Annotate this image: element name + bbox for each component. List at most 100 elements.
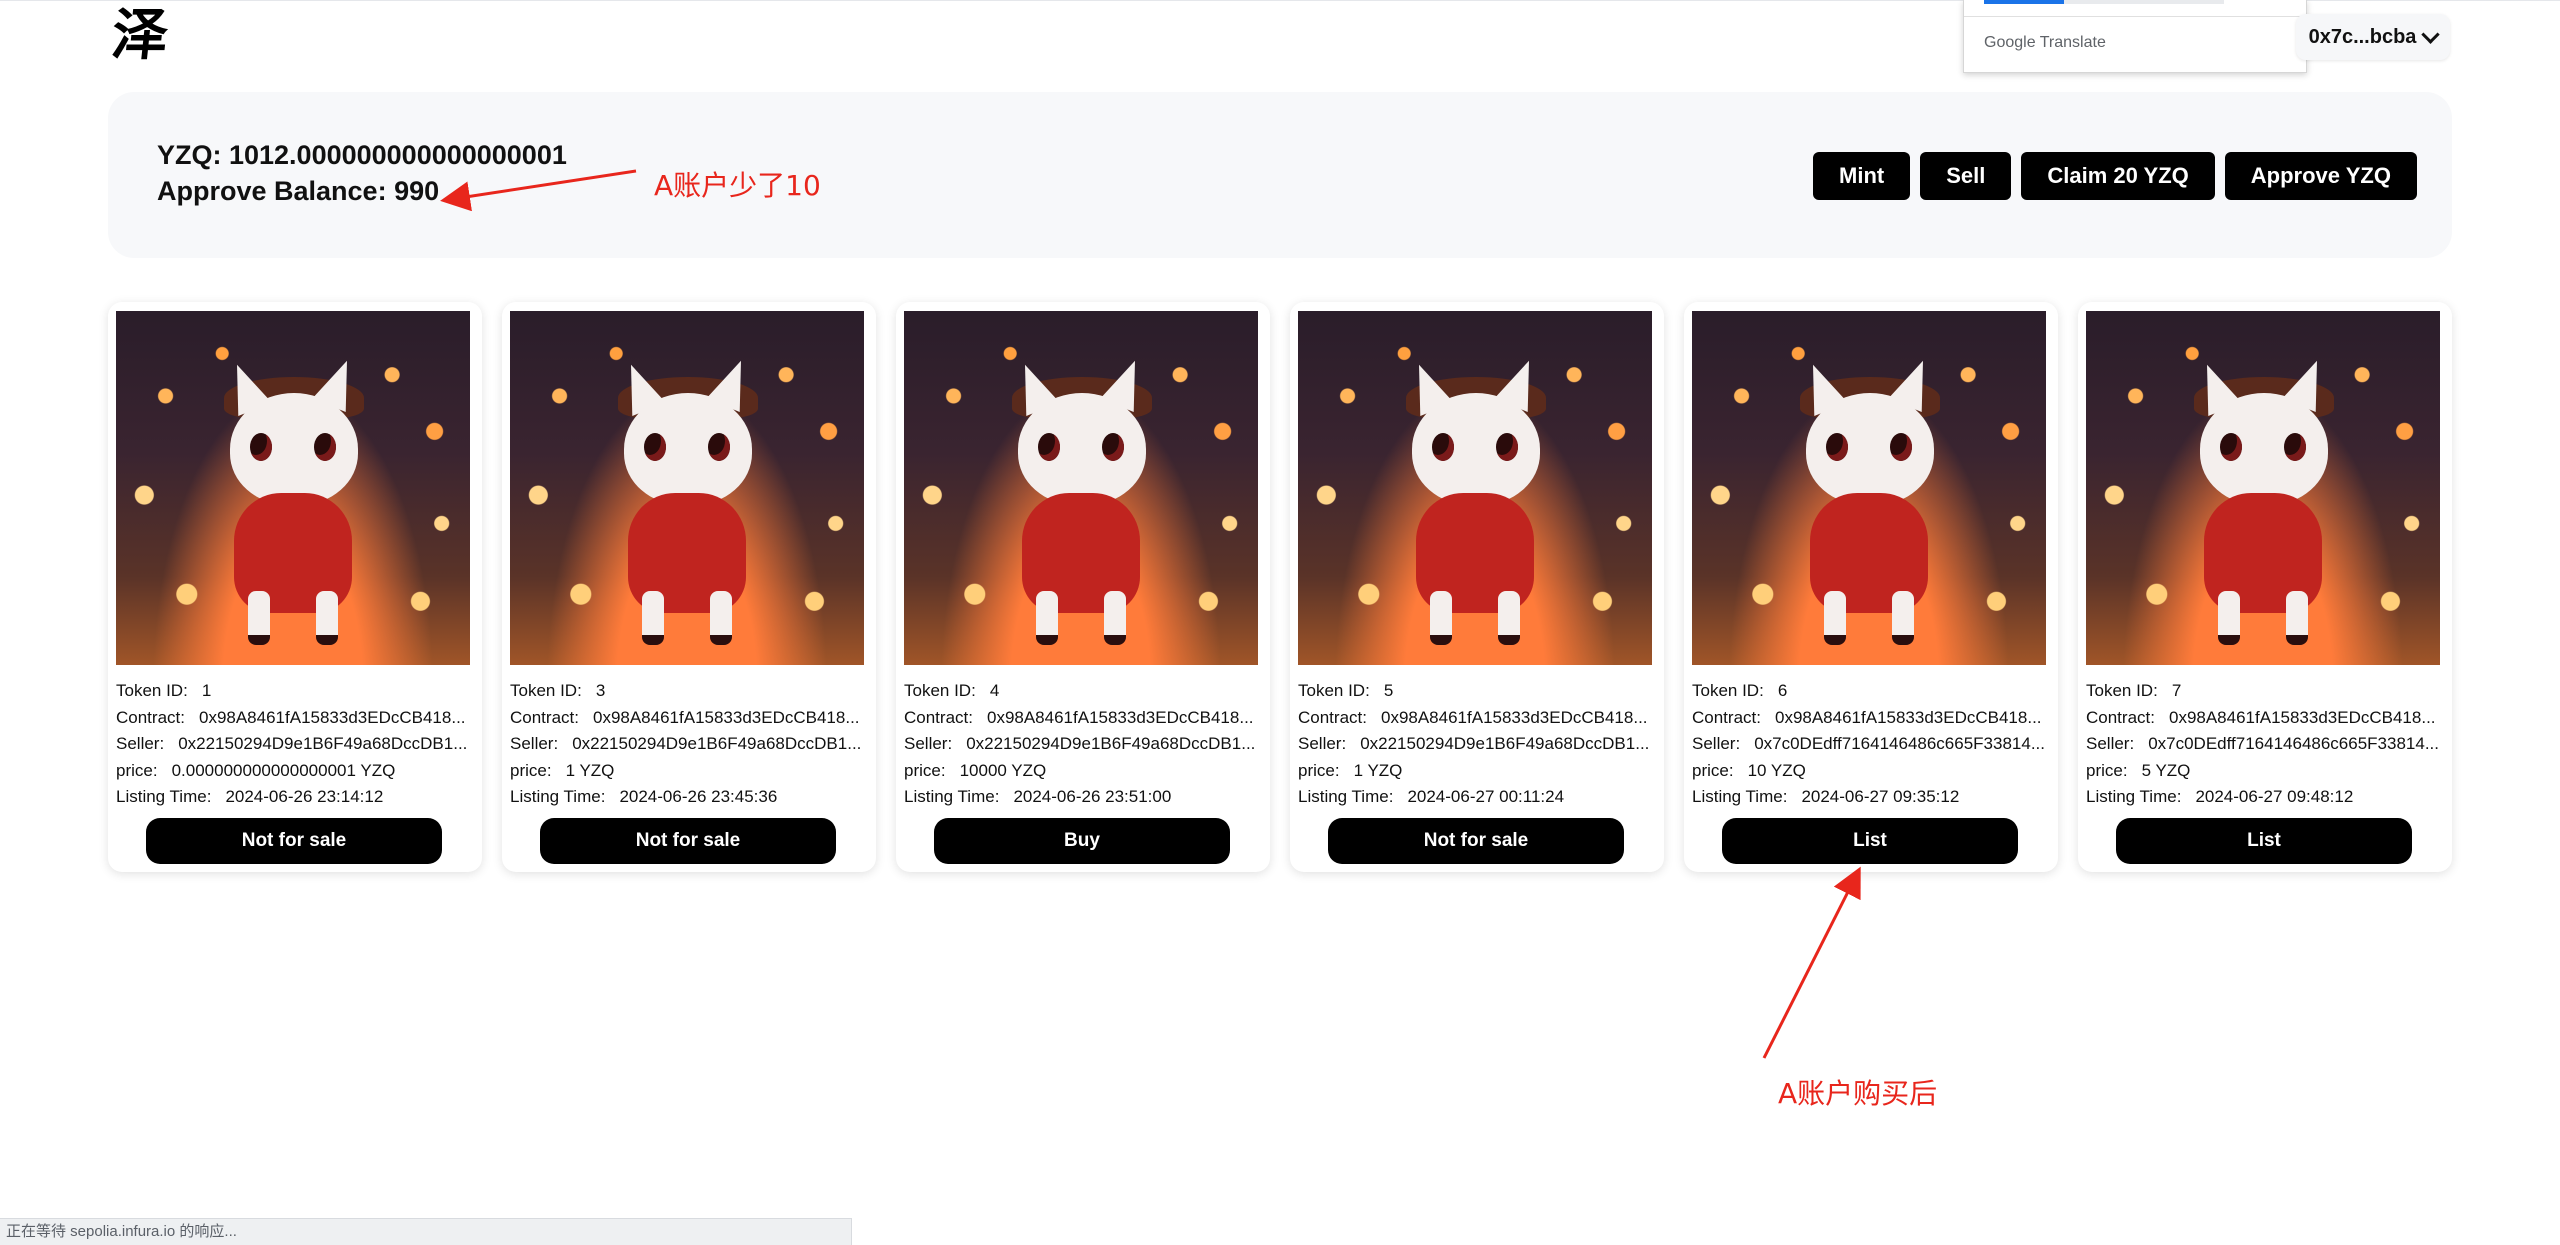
listing-time-row: Listing Time: 2024-06-26 23:51:00 bbox=[904, 784, 1264, 811]
price-value: 1 YZQ bbox=[565, 760, 615, 780]
seller-label: Seller: bbox=[2086, 734, 2135, 753]
nft-details: Token ID: 6 Contract: 0x98A8461fA15833d3ED… bbox=[1692, 678, 2052, 811]
google-translate-brand: Google Translate bbox=[1984, 34, 2106, 52]
token-id-value: 5 bbox=[1383, 681, 1394, 700]
token-id-value: 1 bbox=[201, 681, 212, 700]
listing-time-value: 2024-06-26 23:51:00 bbox=[1013, 787, 1172, 806]
listing-time-row: Listing Time: 2024-06-26 23:14:12 bbox=[116, 784, 476, 811]
listing-time-label: Listing Time: bbox=[1692, 787, 1788, 806]
account-button[interactable]: 0x7c...bcba bbox=[2296, 14, 2450, 60]
contract-row: Contract: 0x98A8461fA15833d3EDcCB418... bbox=[116, 705, 476, 732]
contract-label: Contract: bbox=[1298, 707, 1367, 727]
nft-card: Token ID: 5 Contract: 0x98A8461fA15833d3ED… bbox=[1290, 302, 1664, 872]
contract-value: 0x98A8461fA15833d3EDcCB418... bbox=[198, 707, 466, 727]
price-label: price: bbox=[2086, 760, 2128, 780]
browser-status-bar: 正在等待 sepolia.infura.io 的响应... bbox=[0, 1218, 852, 1245]
nft-card: Token ID: 6 Contract: 0x98A8461fA15833d3ED… bbox=[1684, 302, 2058, 872]
token-id-value: 4 bbox=[989, 681, 1000, 700]
after-buy-arrow bbox=[1762, 866, 1861, 1059]
contract-label: Contract: bbox=[116, 707, 185, 727]
seller-label: Seller: bbox=[904, 734, 953, 753]
buy-button[interactable]: Buy bbox=[934, 818, 1230, 864]
approve-yzq-button[interactable]: Approve YZQ bbox=[2224, 152, 2417, 200]
nft-image bbox=[1692, 311, 2046, 665]
translate-brand-label: Translate bbox=[2039, 34, 2106, 51]
action-buttons: Mint Sell Claim 20 YZQ Approve YZQ bbox=[1813, 152, 2417, 200]
price-value: 0.000000000000000001 YZQ bbox=[171, 760, 396, 780]
token-id-row: Token ID: 1 bbox=[116, 678, 476, 705]
listing-time-row: Listing Time: 2024-06-27 09:35:12 bbox=[1692, 784, 2052, 811]
seller-label: Seller: bbox=[116, 734, 165, 753]
seller-row: Seller: 0x22150294D9e1B6F49a68DccDB1... bbox=[904, 731, 1264, 758]
not-for-sale-button[interactable]: Not for sale bbox=[540, 818, 836, 864]
token-id-label: Token ID: bbox=[2086, 681, 2158, 700]
listing-time-value: 2024-06-27 09:35:12 bbox=[1801, 787, 1960, 806]
price-row: price: 0.000000000000000001 YZQ bbox=[116, 758, 476, 785]
claim-yzq-button[interactable]: Claim 20 YZQ bbox=[2021, 152, 2215, 200]
pony-illustration bbox=[602, 353, 772, 645]
not-for-sale-button[interactable]: Not for sale bbox=[146, 818, 442, 864]
listing-time-label: Listing Time: bbox=[2086, 787, 2182, 806]
account-address: 0x7c...bcba bbox=[2308, 25, 2417, 48]
contract-value: 0x98A8461fA15833d3EDcCB418... bbox=[592, 707, 860, 727]
price-label: price: bbox=[904, 760, 946, 780]
listing-time-value: 2024-06-27 09:48:12 bbox=[2195, 787, 2354, 806]
nft-image bbox=[1298, 311, 1652, 665]
contract-value: 0x98A8461fA15833d3EDcCB418... bbox=[1380, 707, 1648, 727]
nft-details: Token ID: 5 Contract: 0x98A8461fA15833d3ED… bbox=[1298, 678, 1658, 811]
google-translate-popup: Google Translate bbox=[1963, 0, 2307, 73]
token-id-row: Token ID: 3 bbox=[510, 678, 870, 705]
list-button[interactable]: List bbox=[1722, 818, 2018, 864]
translate-progress-fill bbox=[1984, 0, 2064, 4]
nft-card-grid: Token ID: 1 Contract: 0x98A8461fA15833d3ED… bbox=[108, 302, 2452, 872]
pony-illustration bbox=[2178, 353, 2348, 645]
token-id-row: Token ID: 4 bbox=[904, 678, 1264, 705]
chevron-down-icon bbox=[2421, 24, 2441, 44]
token-id-label: Token ID: bbox=[1298, 681, 1370, 700]
google-brand-label: Google bbox=[1984, 34, 2036, 51]
nft-card: Token ID: 1 Contract: 0x98A8461fA15833d3ED… bbox=[108, 302, 482, 872]
price-row: price: 10 YZQ bbox=[1692, 758, 2052, 785]
seller-row: Seller: 0x22150294D9e1B6F49a68DccDB1... bbox=[510, 731, 870, 758]
nft-card: Token ID: 3 Contract: 0x98A8461fA15833d3ED… bbox=[502, 302, 876, 872]
nft-image bbox=[116, 311, 470, 665]
token-id-row: Token ID: 6 bbox=[1692, 678, 2052, 705]
price-label: price: bbox=[1692, 760, 1734, 780]
contract-row: Contract: 0x98A8461fA15833d3EDcCB418... bbox=[1692, 705, 2052, 732]
token-id-value: 3 bbox=[595, 681, 606, 700]
token-id-label: Token ID: bbox=[510, 681, 582, 700]
contract-row: Contract: 0x98A8461fA15833d3EDcCB418... bbox=[1298, 705, 1658, 732]
translate-divider bbox=[1964, 16, 2306, 17]
nft-card: Token ID: 4 Contract: 0x98A8461fA15833d3ED… bbox=[896, 302, 1270, 872]
pony-illustration bbox=[1390, 353, 1560, 645]
seller-value: 0x22150294D9e1B6F49a68DccDB1... bbox=[572, 734, 862, 753]
seller-row: Seller: 0x22150294D9e1B6F49a68DccDB1... bbox=[116, 731, 476, 758]
seller-value: 0x22150294D9e1B6F49a68DccDB1... bbox=[1360, 734, 1650, 753]
price-row: price: 1 YZQ bbox=[1298, 758, 1658, 785]
mint-button[interactable]: Mint bbox=[1813, 152, 1911, 200]
site-logo[interactable]: 泽 bbox=[109, 3, 175, 68]
token-id-label: Token ID: bbox=[904, 681, 976, 700]
listing-time-value: 2024-06-26 23:45:36 bbox=[619, 787, 778, 806]
price-value: 5 YZQ bbox=[2141, 760, 2191, 780]
contract-row: Contract: 0x98A8461fA15833d3EDcCB418... bbox=[904, 705, 1264, 732]
list-button[interactable]: List bbox=[2116, 818, 2412, 864]
pony-illustration bbox=[996, 353, 1166, 645]
listing-time-label: Listing Time: bbox=[1298, 787, 1394, 806]
nft-image bbox=[904, 311, 1258, 665]
listing-time-row: Listing Time: 2024-06-26 23:45:36 bbox=[510, 784, 870, 811]
nft-details: Token ID: 1 Contract: 0x98A8461fA15833d3ED… bbox=[116, 678, 476, 811]
sell-button[interactable]: Sell bbox=[1920, 152, 2012, 200]
contract-row: Contract: 0x98A8461fA15833d3EDcCB418... bbox=[2086, 705, 2446, 732]
price-value: 10 YZQ bbox=[1747, 760, 1806, 780]
nft-details: Token ID: 4 Contract: 0x98A8461fA15833d3ED… bbox=[904, 678, 1264, 811]
listing-time-row: Listing Time: 2024-06-27 09:48:12 bbox=[2086, 784, 2446, 811]
not-for-sale-button[interactable]: Not for sale bbox=[1328, 818, 1624, 864]
seller-label: Seller: bbox=[1298, 734, 1347, 753]
seller-value: 0x22150294D9e1B6F49a68DccDB1... bbox=[178, 734, 468, 753]
after-buy-annotation: A账户购买后 bbox=[1778, 1077, 1938, 1110]
listing-time-row: Listing Time: 2024-06-27 00:11:24 bbox=[1298, 784, 1658, 811]
nft-details: Token ID: 3 Contract: 0x98A8461fA15833d3ED… bbox=[510, 678, 870, 811]
contract-label: Contract: bbox=[510, 707, 579, 727]
listing-time-label: Listing Time: bbox=[510, 787, 606, 806]
